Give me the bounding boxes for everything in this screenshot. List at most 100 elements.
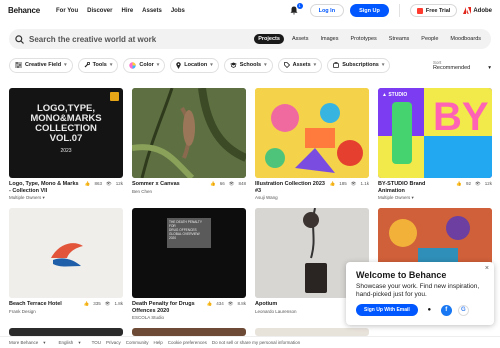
footer-help[interactable]: Help [154,340,163,345]
thumbnail-text: LOGO,TYPE, MONO&MARKS COLLECTION VOL.07 … [9,104,123,156]
like-icon: 👍 [456,181,462,186]
thumb-line: THE DEATH PENALTY FOR [169,220,202,228]
facebook-icon[interactable]: f [440,304,452,316]
adobe-link[interactable]: Adobe [463,7,492,14]
thumb-line: VOL.07 [49,133,83,144]
project-thumbnail[interactable] [9,208,123,298]
filter-bar: Creative Field ▾ Tools ▾ Color ▾ Locatio… [9,57,491,73]
chevron-down-icon: ▾ [109,62,113,68]
project-card[interactable]: THE DEATH PENALTY FOR DRUG OFFENCES GLOB… [132,208,246,320]
project-title[interactable]: Sommer x Canvas [132,181,204,188]
chevron-down-icon: ▾ [381,62,385,68]
filter-schools[interactable]: Schools ▾ [223,57,273,73]
project-stats: 👍 92 👁 12k [456,181,492,194]
footer-tou[interactable]: TOU [92,340,101,345]
like-count: 434 [216,301,224,306]
project-thumbnail[interactable] [132,328,246,336]
project-title[interactable]: BY-STUDIO Brand Animation [378,181,450,194]
notifications-icon[interactable]: 1 [288,2,303,17]
sort-dropdown[interactable]: Sort Recommended ▾ [433,60,491,71]
project-stats: 👍 863 👁 12k [85,181,123,194]
eye-icon: 👁 [475,181,481,186]
notification-badge: 1 [296,2,303,9]
signup-button[interactable]: Sign Up [350,4,389,17]
category-images[interactable]: Images [316,34,342,44]
filter-subscriptions[interactable]: Subscriptions ▾ [327,57,391,73]
filter-location[interactable]: Location ▾ [170,57,219,73]
footer-more-behance[interactable]: More Behance [9,340,38,345]
project-owner[interactable]: Frank Design [9,309,123,314]
project-thumbnail[interactable]: BY ▲ STUDIO [378,88,492,178]
project-title[interactable]: Illustration Collection 2023 #3 [255,181,327,194]
close-icon[interactable]: × [485,265,489,272]
filter-tools[interactable]: Tools ▾ [77,57,119,73]
category-streams[interactable]: Streams [385,34,413,44]
color-wheel-icon [129,61,137,69]
project-card[interactable]: Illustration Collection 2023 #3 👍 185 👁 1.… [255,88,369,200]
project-card[interactable]: LOGO,TYPE, MONO&MARKS COLLECTION VOL.07 … [9,88,123,201]
project-card[interactable]: Beach Terrace Hotel 👍 335 👁 1.8k Frank Des… [9,208,123,314]
project-owner[interactable]: Ben Chen [132,189,246,194]
project-owner[interactable]: ESCOLA Studio [132,315,246,320]
project-card[interactable] [132,328,246,336]
project-thumbnail[interactable]: THE DEATH PENALTY FOR DRUG OFFENCES GLOB… [132,208,246,298]
nav-assets[interactable]: Assets [142,8,162,14]
category-projects[interactable]: Projects [254,34,284,44]
thumb-line: 2020 [169,236,177,240]
project-card[interactable] [9,328,123,336]
google-icon[interactable]: G [457,304,469,316]
nav-for-you[interactable]: For You [56,8,78,14]
project-owner[interactable]: Multiple Owners ▾ [378,195,492,201]
chevron-down-icon: ▾ [264,62,267,68]
apple-icon[interactable]: ● [424,305,435,316]
view-count: 12k [484,181,492,186]
free-trial-button[interactable]: Free Trial [409,4,458,17]
category-moodboards[interactable]: Moodboards [446,34,485,44]
search-bar[interactable]: Search the creative world at work Projec… [9,29,491,49]
footer-language[interactable]: English [59,340,74,345]
project-thumbnail[interactable] [255,328,369,336]
project-thumbnail[interactable] [255,88,369,178]
login-button[interactable]: Log In [309,4,345,17]
like-count: 66 [219,181,225,186]
project-owner[interactable]: Asuji Wang [255,195,369,200]
card-meta: Beach Terrace Hotel 👍 335 👁 1.8k [9,301,123,308]
project-thumbnail[interactable] [132,88,246,178]
nav-jobs[interactable]: Jobs [171,8,185,14]
like-icon: 👍 [83,301,90,306]
footer-privacy[interactable]: Privacy [106,340,121,345]
filter-label: Assets [292,62,311,68]
project-title[interactable]: Beach Terrace Hotel [9,301,81,308]
signup-email-button[interactable]: Sign Up With Email [356,304,418,316]
category-people[interactable]: People [417,34,442,44]
project-card[interactable] [255,328,369,336]
nav-discover[interactable]: Discover [87,8,112,14]
project-stats: 👍 434 👁 8.8k [207,301,246,314]
project-title[interactable]: Logo, Type, Mono & Marks - Collection VI… [9,181,81,194]
project-title[interactable]: Death Penalty for Drugs Offences 2020 [132,301,204,314]
search-input[interactable]: Search the creative world at work [29,35,156,44]
footer-cookie-preferences[interactable]: Cookie preferences [168,340,207,345]
filter-creative-field[interactable]: Creative Field ▾ [9,57,73,73]
footer-do-not-sell[interactable]: Do not sell or share my personal informa… [212,340,300,345]
leaf-artwork [132,88,246,178]
nav-hire[interactable]: Hire [121,8,133,14]
free-trial-label: Free Trial [425,7,451,14]
owner-name: Multiple Owners [378,195,411,200]
category-assets[interactable]: Assets [288,34,313,44]
category-prototypes[interactable]: Prototypes [347,34,381,44]
project-title[interactable]: Apotium [255,301,327,308]
chevron-down-icon: ▾ [43,339,46,345]
project-owner[interactable]: Multiple Owners ▾ [9,195,123,201]
adobe-icon [463,7,472,14]
project-card[interactable]: Sommer x Canvas 👍 66 👁 848 Ben Chen [132,88,246,194]
filter-color[interactable]: Color ▾ [123,57,166,73]
view-count: 8.8k [237,301,246,306]
project-thumbnail[interactable]: LOGO,TYPE, MONO&MARKS COLLECTION VOL.07 … [9,88,123,178]
footer-community[interactable]: Community [126,340,149,345]
project-card[interactable]: BY ▲ STUDIO BY-STUDIO Brand Animation 👍 9… [378,88,492,201]
project-thumbnail[interactable] [9,328,123,336]
filter-label: Creative Field [25,62,62,68]
filter-assets[interactable]: Assets ▾ [277,57,323,73]
behance-logo[interactable]: Behance [8,6,48,15]
